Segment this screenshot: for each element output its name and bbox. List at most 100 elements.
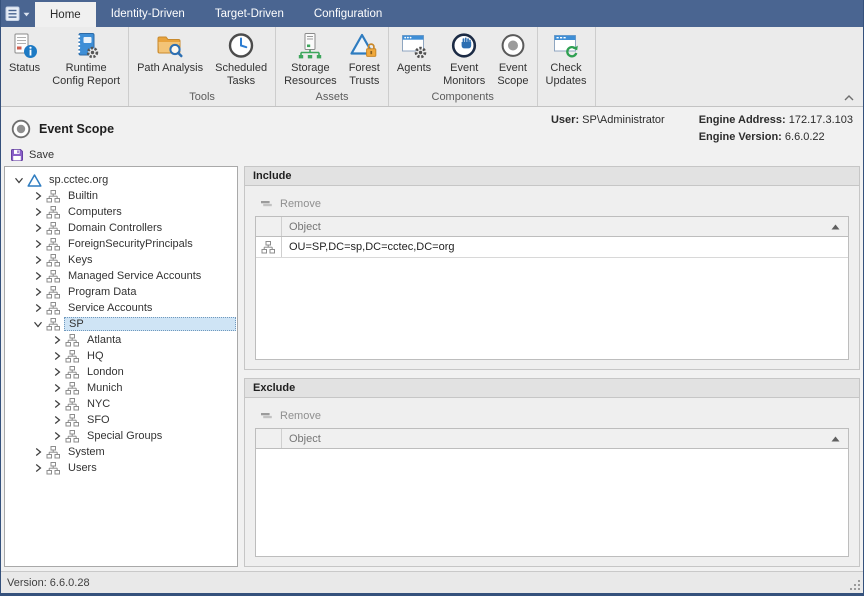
ou-icon [65,333,80,348]
ribbon-group: Check Updates [538,27,596,106]
ribbon-button-label: Storage Resources [284,62,337,88]
include-remove-button[interactable]: Remove [245,186,859,216]
tree-item-label: sp.cctec.org [45,173,112,187]
tree-item-computers[interactable]: Computers [5,204,237,220]
ou-icon [46,461,61,476]
sort-ascending-icon [831,224,840,230]
tab-home[interactable]: Home [35,2,96,27]
tree-item-nyc[interactable]: NYC [5,396,237,412]
tree-item-special-groups[interactable]: Special Groups [5,428,237,444]
tab-identity-driven[interactable]: Identity-Driven [96,0,200,27]
tree-item-program-data[interactable]: Program Data [5,284,237,300]
tree-item-foreignsecurityprincipals[interactable]: ForeignSecurityPrincipals [5,236,237,252]
tree-item-users[interactable]: Users [5,460,237,476]
tree-item-label: Domain Controllers [64,221,166,235]
chevron-right-icon[interactable] [30,223,45,233]
tree-item-label: HQ [83,349,108,363]
resize-grip[interactable] [849,579,861,591]
tree-item-sp-cctec-org[interactable]: sp.cctec.org [5,172,237,188]
tree-item-label: SP [64,317,236,331]
tree-item-keys[interactable]: Keys [5,252,237,268]
ou-icon [65,397,80,412]
tree-item-service-accounts[interactable]: Service Accounts [5,300,237,316]
ou-icon [65,413,80,428]
tree-item-label: Special Groups [83,429,166,443]
collapse-ribbon-icon[interactable] [843,94,855,102]
tree-item-hq[interactable]: HQ [5,348,237,364]
ribbon: StatusRuntime Config Report Path Analysis… [1,27,863,107]
tab-configuration[interactable]: Configuration [299,0,397,27]
tree-item-munich[interactable]: Munich [5,380,237,396]
ribbon-button-label: Path Analysis [137,62,203,75]
tree-item-london[interactable]: London [5,364,237,380]
ou-icon [46,445,61,460]
scheduled-tasks-icon [226,31,256,61]
ou-icon [46,221,61,236]
save-button[interactable]: Save [1,143,863,166]
chevron-right-icon[interactable] [49,431,64,441]
object-column-header[interactable]: Object [282,217,848,236]
chevron-right-icon[interactable] [49,399,64,409]
tree-item-builtin[interactable]: Builtin [5,188,237,204]
chevron-down-icon[interactable] [30,319,45,329]
tree-item-system[interactable]: System [5,444,237,460]
runtime-config-report-icon [71,31,101,61]
app-menu-icon [5,6,32,22]
status-bar: Version: 6.6.0.28 [1,571,863,593]
chevron-right-icon[interactable] [30,207,45,217]
path-analysis-button[interactable]: Path Analysis [131,30,209,76]
event-monitors-button[interactable]: Event Monitors [437,30,491,89]
chevron-right-icon[interactable] [30,447,45,457]
chevron-right-icon[interactable] [30,191,45,201]
tree-item-atlanta[interactable]: Atlanta [5,332,237,348]
exclude-grid-header: Object [256,429,848,449]
storage-resources-button[interactable]: Storage Resources [278,30,343,89]
scheduled-tasks-button[interactable]: Scheduled Tasks [209,30,273,89]
status-button[interactable]: Status [3,30,46,76]
exclude-remove-button[interactable]: Remove [245,398,859,428]
chevron-right-icon[interactable] [30,239,45,249]
tree-item-label: Managed Service Accounts [64,269,205,283]
chevron-right-icon[interactable] [30,463,45,473]
ou-icon [65,365,80,380]
chevron-down-icon[interactable] [11,175,26,185]
agents-button[interactable]: Agents [391,30,437,76]
tree-item-domain-controllers[interactable]: Domain Controllers [5,220,237,236]
include-panel-header: Include [245,167,859,186]
include-row[interactable]: OU=SP,DC=sp,DC=cctec,DC=org [256,237,848,258]
chevron-right-icon[interactable] [49,415,64,425]
chevron-right-icon[interactable] [49,367,64,377]
chevron-right-icon[interactable] [49,351,64,361]
include-panel: Include Remove Object [244,166,860,370]
path-analysis-icon [155,31,185,61]
ribbon-tab-bar: HomeIdentity-DrivenTarget-DrivenConfigur… [1,0,863,27]
exclude-panel-header: Exclude [245,379,859,398]
forest-trusts-button[interactable]: Forest Trusts [343,30,386,89]
check-updates-button[interactable]: Check Updates [540,30,593,89]
chevron-right-icon[interactable] [49,335,64,345]
event-monitors-icon [449,31,479,61]
event-scope-button[interactable]: Event Scope [491,30,534,89]
page-header: Event Scope User: SP\Administrator Engin… [1,107,863,143]
tree-item-label: Users [64,461,101,475]
object-column-header[interactable]: Object [282,429,848,448]
runtime-config-report-button[interactable]: Runtime Config Report [46,30,126,89]
chevron-right-icon[interactable] [30,255,45,265]
ribbon-button-label: Scheduled Tasks [215,62,267,88]
tree-item-sfo[interactable]: SFO [5,412,237,428]
application-menu-button[interactable] [1,0,35,27]
tree-item-label: NYC [83,397,114,411]
tree-item-sp[interactable]: SP [5,316,237,332]
chevron-right-icon[interactable] [30,287,45,297]
tree-item-managed-service-accounts[interactable]: Managed Service Accounts [5,268,237,284]
ribbon-button-label: Event Monitors [443,62,485,88]
ribbon-group: StatusRuntime Config Report [1,27,129,106]
chevron-right-icon[interactable] [49,383,64,393]
version-text: Version: 6.6.0.28 [7,577,90,589]
ou-icon [46,269,61,284]
event-scope-title-icon [11,119,31,139]
exclude-panel: Exclude Remove Object [244,378,860,567]
tab-target-driven[interactable]: Target-Driven [200,0,299,27]
chevron-right-icon[interactable] [30,271,45,281]
chevron-right-icon[interactable] [30,303,45,313]
